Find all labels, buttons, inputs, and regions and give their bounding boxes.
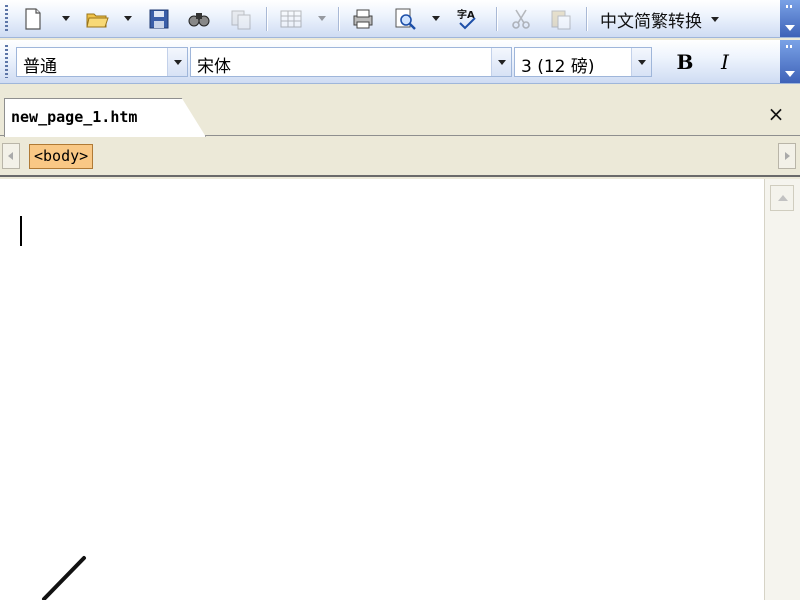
quick-tag-bar: <body> — [0, 137, 800, 177]
find-icon — [188, 13, 210, 27]
standard-toolbar: 字A 中文简繁转换 — [0, 0, 800, 38]
chinese-convert-button[interactable]: 中文简繁转换 — [594, 5, 725, 33]
cut-icon — [512, 9, 530, 29]
paste-button[interactable] — [546, 4, 576, 34]
toolbar-separator — [586, 7, 587, 31]
toolbar-grip[interactable] — [5, 45, 8, 78]
scroll-up-button[interactable] — [770, 185, 794, 211]
copy-page-button[interactable] — [226, 4, 256, 34]
font-size-value: 3 (12 磅) — [521, 57, 595, 77]
open-folder-icon — [86, 13, 109, 28]
close-icon[interactable]: × — [766, 102, 786, 126]
preview-dropdown-arrow[interactable] — [432, 16, 440, 21]
body-tag-button[interactable]: <body> — [29, 144, 94, 169]
copy-page-icon — [231, 10, 251, 30]
spelling-button[interactable]: 字A — [452, 4, 482, 34]
vertical-scrollbar[interactable] — [764, 179, 800, 600]
table-button[interactable] — [276, 4, 306, 34]
italic-button[interactable]: I — [710, 47, 740, 77]
tag-scroll-left-button[interactable] — [2, 143, 20, 169]
chevron-down-icon[interactable] — [631, 48, 651, 76]
toolbar-separator — [338, 7, 339, 31]
pen-stroke-mark — [42, 556, 86, 600]
toolbar-separator — [266, 7, 267, 31]
paste-icon — [551, 10, 571, 30]
find-button[interactable] — [184, 4, 214, 34]
save-icon — [149, 9, 169, 29]
table-icon — [280, 10, 302, 28]
open-button[interactable] — [82, 4, 112, 34]
save-button[interactable] — [144, 4, 174, 34]
toolbar-grip[interactable] — [5, 5, 8, 32]
new-page-icon — [25, 8, 41, 30]
font-size-select[interactable]: 3 (12 磅) — [514, 47, 652, 77]
spelling-icon: 字A — [457, 8, 476, 30]
table-dropdown-arrow[interactable] — [318, 16, 326, 21]
svg-text:字A: 字A — [457, 8, 475, 21]
print-icon — [353, 9, 373, 29]
print-button[interactable] — [348, 4, 378, 34]
chevron-down-icon[interactable] — [167, 48, 187, 76]
print-preview-button[interactable] — [390, 4, 420, 34]
chevron-down-icon — [711, 16, 719, 22]
tab-new-page-1[interactable]: new_page_1.htm — [4, 98, 206, 137]
new-page-button[interactable] — [18, 4, 48, 34]
font-select-value: 宋体 — [197, 57, 231, 77]
toolbar-separator — [496, 7, 497, 31]
tag-scroll-right-button[interactable] — [778, 143, 796, 169]
bold-button[interactable]: B — [670, 47, 700, 77]
cut-button[interactable] — [506, 4, 536, 34]
toolbar-options-button[interactable] — [780, 0, 800, 37]
font-select[interactable]: 宋体 — [190, 47, 512, 77]
chevron-down-icon — [785, 25, 795, 31]
chevron-down-icon[interactable] — [491, 48, 511, 76]
chinese-convert-label: 中文简繁转换 — [600, 11, 702, 32]
toolbar-options-button[interactable] — [780, 40, 800, 83]
style-select[interactable]: 普通 — [16, 47, 188, 77]
text-caret — [20, 216, 22, 246]
chevron-down-icon — [785, 71, 795, 77]
open-dropdown-arrow[interactable] — [124, 16, 132, 21]
new-dropdown-arrow[interactable] — [62, 16, 70, 21]
print-preview-icon — [395, 8, 416, 30]
tab-label: new_page_1.htm — [11, 108, 138, 126]
document-tab-bar: new_page_1.htm × — [0, 86, 800, 137]
editor-canvas[interactable] — [0, 179, 764, 600]
style-select-value: 普通 — [23, 57, 57, 77]
